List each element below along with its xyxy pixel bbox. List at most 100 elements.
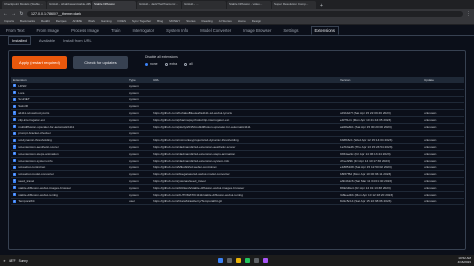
- table-row: ✓ sd-extension-system-info system https://g…: [11, 158, 464, 165]
- enable-checkbox[interactable]: ✓: [13, 179, 17, 183]
- file-explorer-icon[interactable]: [235, 258, 241, 263]
- bookmark-item[interactable]: Reddit: [41, 19, 50, 23]
- cell-url[interactable]: https://github.com/yownas/seed_travel: [153, 179, 340, 183]
- app-icon[interactable]: [262, 258, 268, 263]
- forward-icon[interactable]: →: [11, 11, 16, 17]
- enable-checkbox[interactable]: ✓: [13, 91, 17, 95]
- main-tab[interactable]: Interrogator: [132, 28, 154, 33]
- browser-tab[interactable]: GitHub - sibabbasan/stable-diffusion ...: [47, 1, 91, 9]
- cell-url[interactable]: https://github.com/AUTOMATIC1111/stable-…: [153, 193, 340, 197]
- address-bar-row: ← → ↻ 127.0.0.1:7860/?__theme=dark ⋮: [0, 9, 474, 18]
- main-tab[interactable]: Process Image: [71, 28, 99, 33]
- disable-option-none[interactable]: none: [145, 62, 158, 66]
- browser-tab-strip: Checkpoint Models (Stable ... GitHub - s…: [0, 0, 474, 9]
- subtab[interactable]: Install from URL: [63, 38, 92, 43]
- search-icon[interactable]: [226, 258, 232, 263]
- back-icon[interactable]: ←: [3, 11, 8, 17]
- cell-url[interactable]: https://github.com/AlUlkesh/stable-diffu…: [153, 186, 340, 190]
- cell-url[interactable]: https://github.com/vladmandic/sd-extensi…: [153, 159, 340, 163]
- bookmark-item[interactable]: Sync Together: [132, 19, 151, 23]
- url-field[interactable]: 127.0.0.1:7860/?__theme=dark: [27, 10, 463, 17]
- main-tab[interactable]: Image Browser: [243, 28, 271, 33]
- enable-checkbox[interactable]: ✓: [13, 152, 17, 156]
- cell-url[interactable]: https://github.com/Akegarasu/sd-webui-mo…: [153, 172, 340, 176]
- radio-dot[interactable]: [145, 62, 148, 66]
- bookmark-item[interactable]: Reading: [202, 19, 213, 23]
- terminal-icon[interactable]: [253, 258, 259, 263]
- radio-label: none: [150, 62, 158, 66]
- enable-checkbox[interactable]: ✓: [13, 125, 17, 129]
- browser-tab-active[interactable]: Stable Diffusion: [92, 1, 136, 9]
- main-tab[interactable]: Train: [111, 28, 120, 33]
- check-updates-button[interactable]: Check for updates: [73, 56, 128, 69]
- browser-tab[interactable]: GitHub - ...: [182, 1, 226, 9]
- table-row: ✓ sd-dynamic-thresholding system https://gi…: [11, 137, 464, 145]
- reload-icon[interactable]: ↻: [19, 11, 24, 17]
- cell-extension: ✓ stable-diffusion-webui-images-browser: [11, 186, 129, 190]
- clock[interactable]: 10:52 AM 4/16/2023: [458, 256, 471, 265]
- enable-checkbox[interactable]: ✓: [13, 186, 17, 190]
- main-tab[interactable]: Settings: [283, 28, 298, 33]
- enable-checkbox[interactable]: ✓: [13, 193, 17, 197]
- enable-checkbox[interactable]: ✓: [13, 138, 17, 142]
- disable-option-extra[interactable]: extra: [164, 62, 178, 66]
- browser-tab[interactable]: GitHub - JackThePhantom/...: [137, 1, 181, 9]
- main-tab[interactable]: Extensions: [310, 26, 339, 35]
- apply-restart-button[interactable]: Apply (restart required): [12, 56, 67, 69]
- weather-widget[interactable]: ☀ 48°F Sunny: [3, 259, 28, 263]
- bookmark-item[interactable]: Bookmarks: [20, 19, 35, 23]
- chrome-icon[interactable]: [244, 258, 250, 263]
- enable-checkbox[interactable]: ✓: [13, 172, 17, 176]
- radio-dot[interactable]: [164, 62, 168, 66]
- cell-url[interactable]: https://github.com/pharmapsychotic/clip-…: [153, 118, 340, 122]
- main-tab[interactable]: From Image: [37, 28, 60, 33]
- new-tab-icon[interactable]: +: [317, 3, 326, 9]
- browser-tab[interactable]: Checkpoint Models (Stable ...: [2, 1, 46, 9]
- bookmark-item[interactable]: Imports: [4, 19, 14, 23]
- bookmark-item[interactable]: AI Stories: [219, 19, 232, 23]
- browser-tab[interactable]: Super Resolution Comp...: [272, 1, 316, 9]
- extension-name: prompt-bracket-checker: [18, 131, 51, 136]
- cell-url[interactable]: https://github.com/mcmonkeyprojects/sd-d…: [153, 138, 340, 142]
- cell-extension: ✓ sd-webui-controlnet: [11, 165, 129, 169]
- bookmark-item[interactable]: DOES: [118, 19, 127, 23]
- bookmark-item[interactable]: MONEY: [169, 19, 180, 23]
- cell-url[interactable]: https://github.com/pkuliyi2015/multidiff…: [153, 125, 340, 129]
- bookmark-item[interactable]: Design: [252, 19, 261, 23]
- enable-checkbox[interactable]: ✓: [13, 118, 17, 122]
- enable-checkbox[interactable]: ✓: [13, 84, 17, 88]
- bookmark-item[interactable]: Gaming: [101, 19, 112, 23]
- disable-option-all[interactable]: all: [184, 62, 193, 66]
- cell-url[interactable]: https://github.com/KohakuBlueleaf/a1111-…: [153, 111, 340, 115]
- main-tab[interactable]: From Text: [6, 28, 25, 33]
- radio-dot[interactable]: [184, 62, 188, 66]
- enable-checkbox[interactable]: ✓: [13, 111, 17, 115]
- cell-url[interactable]: https://github.com/vladmandic/sd-extensi…: [153, 145, 340, 149]
- bookmark-item[interactable]: Home: [238, 19, 246, 23]
- main-tab[interactable]: System Info: [166, 28, 188, 33]
- menu-icon[interactable]: ⋮: [466, 11, 471, 17]
- enable-checkbox[interactable]: ✓: [13, 104, 17, 108]
- browser-tab[interactable]: Stable Diffusion - video...: [227, 1, 271, 9]
- enable-checkbox[interactable]: ✓: [13, 165, 17, 170]
- main-tab[interactable]: Model Converter: [200, 28, 231, 33]
- bookmark-item[interactable]: Recipes: [56, 19, 67, 23]
- table-row: ✓ TemporalKit user https://github.com/Ciara…: [11, 199, 464, 206]
- start-icon[interactable]: [217, 258, 223, 263]
- cell-type: system: [129, 145, 139, 150]
- enable-checkbox[interactable]: ✓: [13, 145, 17, 149]
- bookmark-item[interactable]: Blog: [157, 19, 163, 23]
- bookmark-item[interactable]: ANIME: [73, 19, 83, 23]
- subtab[interactable]: Installed: [8, 36, 31, 45]
- bookmark-item[interactable]: Stories: [186, 19, 195, 23]
- enable-checkbox[interactable]: ✓: [13, 199, 17, 204]
- cell-url[interactable]: https://github.com/vladmandic/sd-extensi…: [153, 152, 340, 156]
- bookmark-item[interactable]: Work: [88, 19, 95, 23]
- enable-checkbox[interactable]: ✓: [13, 159, 17, 163]
- enable-checkbox[interactable]: ✓: [13, 97, 17, 102]
- enable-checkbox[interactable]: ✓: [13, 131, 17, 136]
- subtab[interactable]: Available: [39, 38, 55, 43]
- cell-url[interactable]: https://github.com/Mikubill/sd-webui-con…: [153, 165, 340, 169]
- cell-url[interactable]: https://github.com/CiaraStrawberry/Tempo…: [153, 199, 340, 203]
- radio-label: extra: [169, 62, 178, 66]
